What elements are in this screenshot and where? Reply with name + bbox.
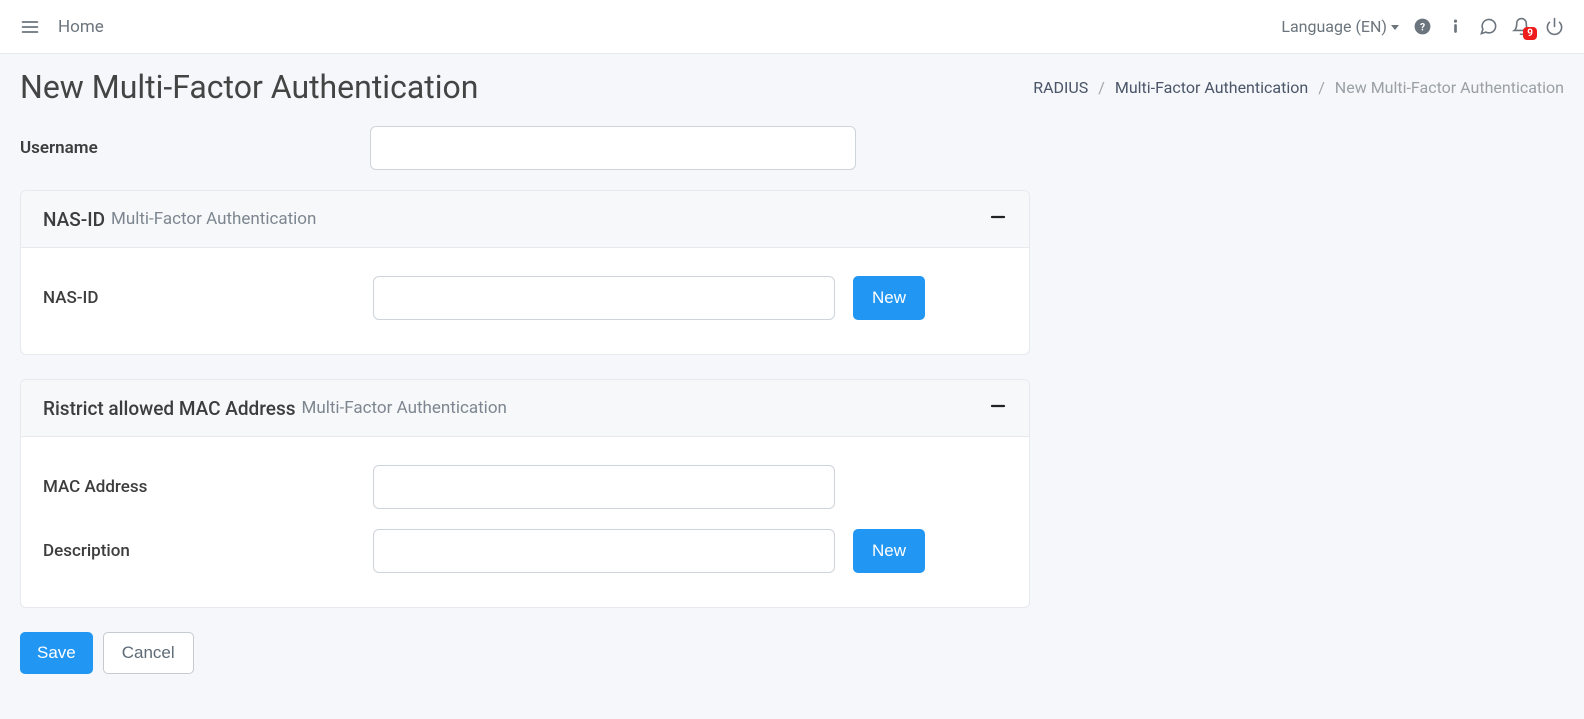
description-row: Description New [43, 529, 1007, 573]
breadcrumb-root[interactable]: RADIUS [1033, 78, 1088, 97]
language-label: Language (EN) [1281, 17, 1387, 36]
home-link[interactable]: Home [58, 17, 104, 37]
description-input[interactable] [373, 529, 835, 573]
mac-card-header[interactable]: Ristrict allowed MAC Address Multi-Facto… [21, 380, 1029, 437]
page-title: New Multi-Factor Authentication [20, 68, 478, 106]
username-label: Username [20, 138, 370, 158]
mac-card-title: Ristrict allowed MAC Address [43, 397, 296, 420]
nasid-card: NAS-ID Multi-Factor Authentication NAS-I… [20, 190, 1030, 355]
nasid-input[interactable] [373, 276, 835, 320]
notifications-icon[interactable]: 9 [1512, 17, 1531, 36]
language-selector[interactable]: Language (EN) [1281, 17, 1399, 36]
notifications-badge: 9 [1523, 27, 1537, 40]
topbar-right: Language (EN) ? 9 [1281, 17, 1564, 36]
save-button[interactable]: Save [20, 632, 93, 674]
breadcrumb-current: New Multi-Factor Authentication [1335, 78, 1564, 97]
nasid-card-body: NAS-ID New [21, 248, 1029, 354]
nasid-label: NAS-ID [43, 288, 373, 308]
svg-text:?: ? [1420, 20, 1425, 33]
mac-address-input[interactable] [373, 465, 835, 509]
form-actions: Save Cancel [20, 632, 1564, 674]
mac-card: Ristrict allowed MAC Address Multi-Facto… [20, 379, 1030, 608]
mac-card-subtitle: Multi-Factor Authentication [302, 398, 507, 418]
cancel-button[interactable]: Cancel [103, 632, 194, 674]
breadcrumb-sep: / [1098, 78, 1105, 97]
nasid-card-title: NAS-ID [43, 208, 105, 231]
minus-icon [989, 207, 1007, 231]
help-icon[interactable]: ? [1413, 17, 1432, 36]
description-label: Description [43, 541, 373, 561]
breadcrumb-sep: / [1318, 78, 1325, 97]
mac-card-body: MAC Address Description New [21, 437, 1029, 607]
nasid-card-subtitle: Multi-Factor Authentication [111, 209, 316, 229]
mac-address-label: MAC Address [43, 477, 373, 497]
minus-icon [989, 396, 1007, 420]
menu-icon[interactable] [20, 17, 40, 37]
topbar: Home Language (EN) ? 9 [0, 0, 1584, 54]
topbar-left: Home [20, 17, 104, 37]
nasid-new-button[interactable]: New [853, 276, 925, 320]
info-icon[interactable] [1446, 17, 1465, 36]
content: Username NAS-ID Multi-Factor Authenticat… [0, 126, 1584, 694]
power-icon[interactable] [1545, 17, 1564, 36]
mac-address-row: MAC Address [43, 465, 1007, 509]
caret-down-icon [1391, 25, 1399, 30]
breadcrumb-mid[interactable]: Multi-Factor Authentication [1115, 78, 1308, 97]
page-header: New Multi-Factor Authentication RADIUS /… [0, 54, 1584, 126]
username-input[interactable] [370, 126, 856, 170]
chat-icon[interactable] [1479, 17, 1498, 36]
mac-new-button[interactable]: New [853, 529, 925, 573]
nasid-row: NAS-ID New [43, 276, 1007, 320]
breadcrumb: RADIUS / Multi-Factor Authentication / N… [1033, 78, 1564, 97]
nasid-card-header[interactable]: NAS-ID Multi-Factor Authentication [21, 191, 1029, 248]
username-row: Username [20, 126, 1564, 170]
